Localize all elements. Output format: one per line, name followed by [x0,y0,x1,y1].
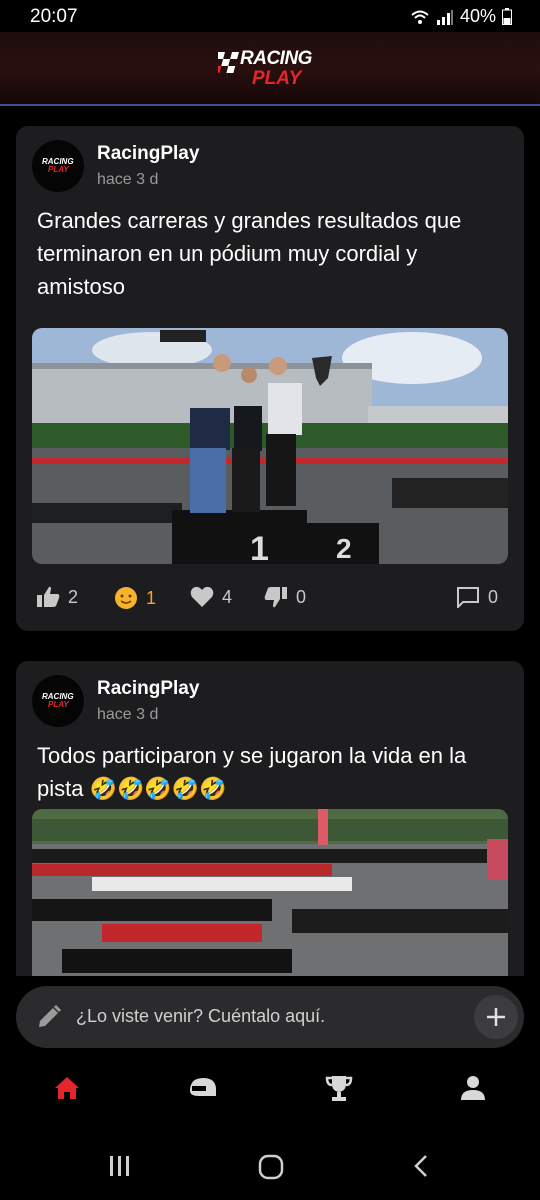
trophy-icon [325,1076,353,1101]
post-composer[interactable]: ¿Lo viste venir? Cuéntalo aquí. [16,986,524,1048]
podium-first: 1 [250,530,269,564]
avatar[interactable]: RACING PLAY [32,140,84,192]
nav-profile[interactable] [456,1071,490,1105]
thumbs-up-icon [37,586,60,607]
avatar[interactable]: RACING PLAY [32,675,84,727]
helmet-icon [190,1078,216,1096]
checkered-flag-icon [218,52,239,73]
back-icon[interactable] [410,1154,434,1178]
status-bar: 20:07 40% [0,0,540,32]
like-reaction[interactable]: 2 [36,586,78,608]
battery-percent: 40% [459,6,496,26]
status-time: 20:07 [30,6,78,27]
status-indicators: 40% [410,6,512,27]
plus-icon [487,1008,505,1026]
system-nav [0,1130,540,1200]
wifi-icon [411,10,429,24]
avatar-logo: RACING PLAY [42,692,74,709]
dislike-reaction[interactable]: 0 [264,586,306,608]
emoji-count: 1 [146,587,157,608]
comment-button[interactable]: 0 [456,586,498,608]
nav-rankings[interactable] [322,1071,356,1105]
signal-icon [436,9,453,25]
like-count: 2 [68,586,79,607]
pencil-icon [39,1004,62,1027]
profile-icon [461,1076,485,1100]
nav-races[interactable] [186,1071,220,1105]
recent-apps-icon[interactable] [108,1154,132,1178]
podium-photo: 1 2 [32,328,508,564]
post-text: Grandes carreras y grandes resultados qu… [37,208,462,299]
heart-reaction[interactable]: 4 [190,586,232,608]
comment-icon [457,587,479,608]
post-photo[interactable]: 1 2 [32,328,508,564]
heart-icon [190,586,214,607]
battery-icon [502,8,512,25]
thumbs-down-icon [264,587,287,608]
smiley-icon [115,587,137,609]
post-author[interactable]: RacingPlay [97,143,199,165]
logo-racing-text: RACING [240,48,312,69]
app-header: RACING PLAY [0,32,540,106]
post-card[interactable]: RACING PLAY RacingPlay hace 3 d Grandes … [16,126,524,631]
add-button[interactable] [474,995,518,1039]
reactions-bar: 2 1 4 0 0 [36,586,506,612]
comment-count: 0 [488,586,499,607]
post-card[interactable]: RACING PLAY RacingPlay hace 3 d Todos pa… [16,661,524,976]
dislike-count: 0 [296,586,307,607]
post-author[interactable]: RacingPlay [97,678,199,700]
home-icon [55,1077,79,1099]
kart-track-photo [32,809,508,976]
nav-home[interactable] [50,1071,84,1105]
feed[interactable]: RACING PLAY RacingPlay hace 3 d Grandes … [0,106,540,976]
avatar-logo: RACING PLAY [42,157,74,174]
post-text: Todos participaron y se jugaron la vida … [37,743,467,801]
post-time: hace 3 d [97,171,159,188]
bottom-nav [0,1055,540,1121]
post-time: hace 3 d [97,706,159,723]
emoji-reaction[interactable]: 1 [114,586,156,610]
racingplay-logo[interactable]: RACING PLAY [214,44,326,94]
home-button-icon[interactable] [258,1154,284,1180]
composer-input[interactable]: ¿Lo viste venir? Cuéntalo aquí. [76,1006,325,1027]
podium-second: 2 [336,533,352,564]
heart-count: 4 [222,586,233,607]
post-photo[interactable] [32,809,508,976]
logo-play-text: PLAY [252,68,302,89]
